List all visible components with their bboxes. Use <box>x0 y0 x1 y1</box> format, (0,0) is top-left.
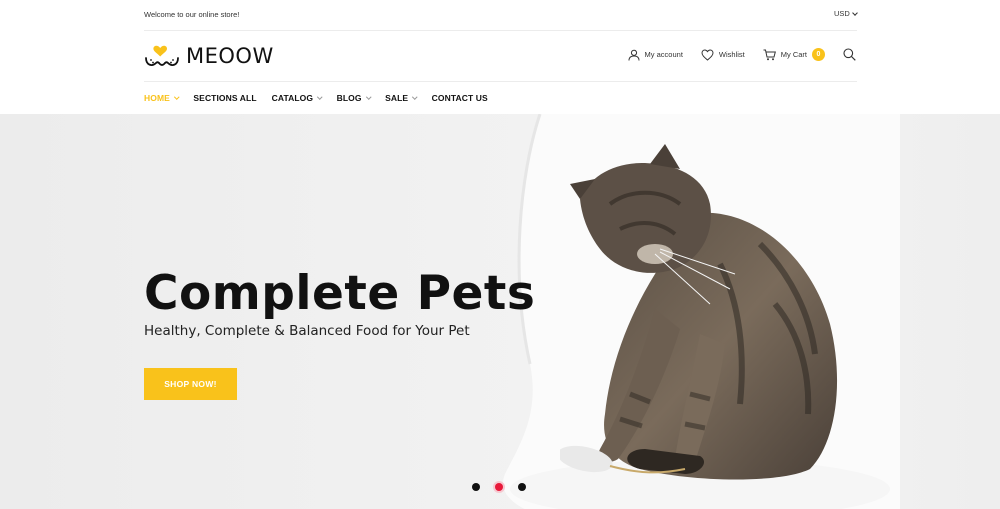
wishlist-label: Wishlist <box>718 50 745 59</box>
nav-item-blog[interactable]: BLOG <box>336 93 371 103</box>
nav-label: BLOG <box>336 93 362 103</box>
slide-dot-1[interactable] <box>472 483 480 491</box>
hero-subtitle: Healthy, Complete & Balanced Food for Yo… <box>144 323 470 339</box>
cart-icon <box>763 49 776 60</box>
nav-label: SECTIONS ALL <box>193 93 257 103</box>
chevron-down-icon <box>852 9 858 16</box>
header: MEOOW My account Wishlist My Cart 0 <box>0 31 1000 81</box>
nav-label: HOME <box>144 93 170 103</box>
nav-label: CATALOG <box>271 93 314 103</box>
search-button[interactable] <box>843 48 856 61</box>
hero-slider: Complete Pets Healthy, Complete & Balanc… <box>0 114 1000 509</box>
slide-dot-2[interactable] <box>495 483 503 491</box>
nav-label: SALE <box>385 93 409 103</box>
chevron-down-icon <box>365 94 371 100</box>
cat-logo-icon <box>145 45 179 66</box>
nav-item-home[interactable]: HOME <box>144 93 180 103</box>
nav-item-catalog[interactable]: CATALOG <box>271 93 323 103</box>
chevron-down-icon <box>174 94 180 100</box>
shop-now-button[interactable]: SHOP NOW! <box>144 368 237 400</box>
nav-item-contact-us[interactable]: CONTACT US <box>432 93 488 103</box>
hero-title: Complete Pets <box>144 266 536 321</box>
currency-selector[interactable]: USD <box>834 9 858 18</box>
slide-dot-3[interactable] <box>518 483 526 491</box>
main-nav: HOME SECTIONS ALL CATALOG BLOG SALE CONT… <box>144 82 488 114</box>
search-icon <box>843 48 856 61</box>
my-account-link[interactable]: My account <box>628 49 683 61</box>
cat-image <box>560 144 838 480</box>
heart-icon <box>701 48 714 61</box>
my-account-label: My account <box>644 50 683 59</box>
currency-label: USD <box>834 9 850 18</box>
welcome-text: Welcome to our online store! <box>144 10 240 19</box>
cart-label: My Cart <box>780 50 807 59</box>
chevron-down-icon <box>412 94 418 100</box>
user-icon <box>628 49 640 61</box>
top-bar: Welcome to our online store! USD <box>0 0 1000 30</box>
logo-text: MEOOW <box>186 44 274 68</box>
header-links: My account Wishlist My Cart 0 <box>628 48 856 61</box>
nav-item-sale[interactable]: SALE <box>385 93 418 103</box>
chevron-down-icon <box>317 94 323 100</box>
slider-pagination <box>472 483 526 491</box>
nav-label: CONTACT US <box>431 93 488 103</box>
cart-link[interactable]: My Cart 0 <box>763 48 825 61</box>
nav-item-sections-all[interactable]: SECTIONS ALL <box>193 93 256 103</box>
logo[interactable]: MEOOW <box>144 44 274 68</box>
wishlist-link[interactable]: Wishlist <box>701 48 745 61</box>
cart-count-badge: 0 <box>812 48 825 61</box>
